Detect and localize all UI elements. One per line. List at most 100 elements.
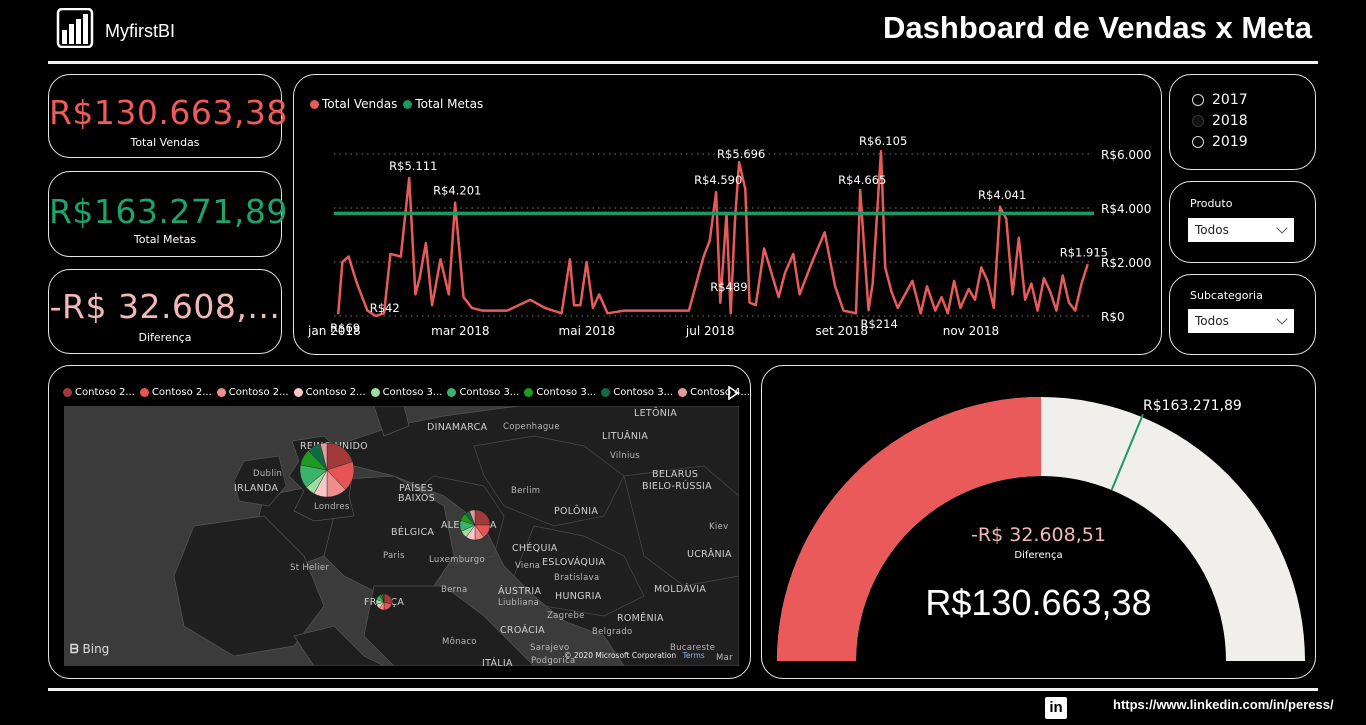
bing-label: Bing <box>82 642 110 656</box>
subcategoria-slicer-card: Subcategoria Todos <box>1169 274 1316 355</box>
produto-slicer-card: Produto Todos <box>1169 181 1316 263</box>
legend-label: Contoso 2... <box>151 387 212 398</box>
map-legend-item[interactable]: Contoso 2... <box>63 387 135 398</box>
legend-label: Contoso 3... <box>382 387 443 398</box>
y-tick-label: R$4.000 <box>1101 202 1151 216</box>
kpi-card-diferenca[interactable]: -R$ 32.608,... Diferença <box>48 269 282 354</box>
produto-dropdown[interactable]: Todos <box>1188 218 1294 242</box>
logo-icon <box>56 7 94 49</box>
footer-divider <box>48 688 1318 691</box>
gauge-main-value: R$130.663,38 <box>925 582 1152 623</box>
subcategoria-title: Subcategoria <box>1190 289 1263 302</box>
pie-franca[interactable] <box>375 593 393 611</box>
legend-dot-icon <box>216 388 226 397</box>
subcategoria-dropdown[interactable]: Todos <box>1188 309 1294 333</box>
map-legend-item[interactable]: Contoso 2... <box>293 387 366 398</box>
legend-dot-icon <box>601 388 611 397</box>
legend-label: Contoso 3... <box>536 387 597 398</box>
gauge-diff-value: -R$ 32.608,51 <box>971 524 1106 546</box>
kpi-label-total-metas: Total Metas <box>133 233 197 246</box>
map-card: Contoso 2... Contoso 2... Contoso 2... Cont… <box>48 365 751 679</box>
x-tick-label: nov 2018 <box>943 324 999 338</box>
copyright-text: © 2020 Microsoft Corporation <box>564 651 677 660</box>
produto-title: Produto <box>1190 197 1233 210</box>
kpi-label-diferenca: Diferença <box>138 331 192 344</box>
map-legend-item[interactable]: Contoso 4... <box>678 387 750 398</box>
map-legend-item[interactable]: Contoso 2... <box>216 387 289 398</box>
x-tick-label: mar 2018 <box>431 324 489 338</box>
year-label: 2019 <box>1212 134 1248 150</box>
x-tick-label: jul 2018 <box>685 324 735 338</box>
line-chart[interactable]: R$0R$2.000R$4.000R$6.000jan 2018 mar 2018… <box>294 75 1160 353</box>
gauge-target-label: R$163.271,89 <box>1143 398 1242 414</box>
bing-logo: ᗷ Bing <box>70 642 109 657</box>
linkedin-url[interactable]: https://www.linkedin.com/in/peress/ <box>1113 697 1334 712</box>
radio-icon <box>1192 136 1204 148</box>
kpi-card-total-vendas[interactable]: R$130.663,38 Total Vendas <box>48 74 288 158</box>
map-copyright: © 2020 Microsoft Corporation Terms <box>564 651 705 660</box>
legend-dot-icon <box>293 388 303 397</box>
radio-icon <box>1192 115 1204 127</box>
map-legend-item[interactable]: Contoso 2... <box>139 387 212 398</box>
map-legend-item[interactable]: Contoso 3... <box>601 387 673 398</box>
brand-name: MyfirstBI <box>105 21 175 41</box>
map-pies <box>299 442 491 611</box>
line-chart-card[interactable]: Total Vendas Total Metas R$0 R$2.000 R$4.0… <box>293 74 1162 355</box>
x-tick-label: mai 2018 <box>559 324 616 338</box>
legend-label: Contoso 4... <box>690 387 751 398</box>
pie-slice <box>474 509 491 526</box>
map-legend-item[interactable]: Contoso 3... <box>447 387 519 398</box>
year-option-2017[interactable]: 2017 <box>1192 90 1248 110</box>
data-label: R$214 <box>861 317 898 331</box>
page-title: Dashboard de Vendas x Meta <box>883 10 1312 45</box>
y-tick-label: R$6.000 <box>1101 148 1151 162</box>
data-label: R$5.696 <box>717 147 765 161</box>
chevron-down-icon <box>1276 313 1288 325</box>
kpi-value-diferenca: -R$ 32.608,... <box>49 287 281 326</box>
legend-dot-icon <box>524 388 534 397</box>
legend-dot-icon <box>678 388 688 397</box>
map-legend-item[interactable]: Contoso 3... <box>524 387 596 398</box>
data-label: R$489 <box>710 280 747 294</box>
legend-label: Contoso 2... <box>228 387 289 398</box>
data-label: R$4.201 <box>433 184 481 198</box>
chevron-down-icon <box>1276 222 1288 234</box>
legend-next-icon[interactable] <box>727 385 740 401</box>
data-label: R$4.041 <box>978 188 1026 202</box>
legend-label: Contoso 2... <box>305 387 366 398</box>
legend-dot-icon <box>370 388 380 397</box>
data-label: R$69 <box>330 321 360 335</box>
kpi-card-total-metas[interactable]: R$163.271,89 Total Metas <box>48 171 287 257</box>
year-slicer-card: 2017 2018 2019 <box>1169 74 1316 170</box>
data-label: R$6.105 <box>859 134 907 148</box>
legend-label: Contoso 2... <box>75 387 135 398</box>
linkedin-icon[interactable]: in <box>1045 697 1067 719</box>
year-option-2018[interactable]: 2018 <box>1192 111 1248 131</box>
map-legend: Contoso 2... Contoso 2... Contoso 2... Cont… <box>63 387 755 398</box>
bing-icon: ᗷ <box>70 642 79 656</box>
pie-alemanha[interactable] <box>459 509 491 541</box>
linkedin-glyph: in <box>1049 699 1063 716</box>
gauge-diff-label: Diferença <box>1014 550 1063 561</box>
year-label: 2018 <box>1212 113 1248 129</box>
kpi-label-total-vendas: Total Vendas <box>130 136 200 149</box>
map-legend-item[interactable]: Contoso 3... <box>370 387 443 398</box>
pie-reino-unido[interactable] <box>299 442 355 498</box>
y-tick-label: R$2.000 <box>1101 256 1151 270</box>
map-area[interactable]: LETÔNIA DINAMARCA Copenhague LITUÂNIA Vi… <box>64 406 739 666</box>
data-label: R$4.665 <box>838 173 886 187</box>
subcategoria-value: Todos <box>1195 314 1229 328</box>
header-divider <box>48 61 1318 64</box>
legend-dot-icon <box>447 388 457 397</box>
legend-label: Contoso 3... <box>459 387 520 398</box>
year-label: 2017 <box>1212 92 1248 108</box>
year-option-2019[interactable]: 2019 <box>1192 132 1248 152</box>
data-label: R$5.111 <box>389 159 437 173</box>
legend-dot-icon <box>63 388 72 397</box>
radio-icon <box>1192 94 1204 106</box>
kpi-value-total-vendas: R$130.663,38 <box>49 93 288 132</box>
gauge-card: R$163.271,89 -R$ 32.608,51 Diferença R$1… <box>761 365 1316 679</box>
terms-link[interactable]: Terms <box>683 651 705 660</box>
data-label: R$42 <box>370 301 400 315</box>
data-label: R$4.590 <box>694 173 742 187</box>
